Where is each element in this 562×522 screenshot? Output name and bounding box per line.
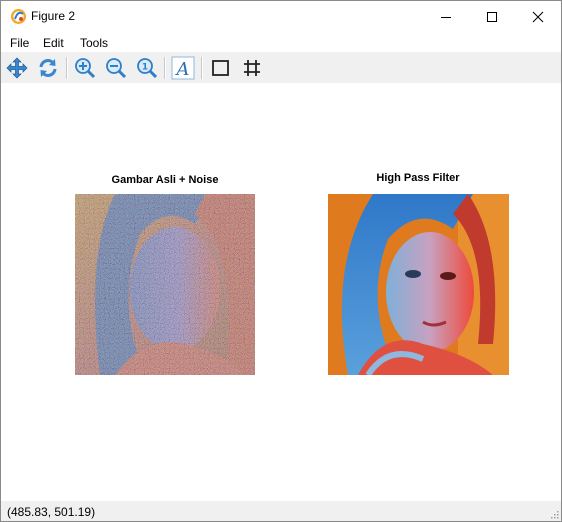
pan-button[interactable] [4,55,30,81]
title-bar[interactable]: Figure 2 [1,1,561,32]
grid-button[interactable] [239,55,265,81]
zoom-actual-icon: 1 [137,58,158,79]
svg-text:A: A [175,59,190,80]
noisy-image [75,194,255,375]
zoom-in-button[interactable] [72,55,98,81]
subplot-title-filtered: High Pass Filter [376,172,460,184]
grid-icon [244,60,260,76]
toolbar-separator [164,57,166,79]
filtered-image [328,194,509,375]
reset-icon [39,59,57,77]
figure-canvas[interactable]: Gambar Asli + Noise High Pass Filter [1,83,561,501]
text-icon: A [171,56,195,80]
svg-text:1: 1 [142,63,148,73]
window-title: Figure 2 [31,9,76,23]
menu-tools[interactable]: Tools [80,36,108,50]
close-icon [532,11,544,22]
minimize-icon [441,16,451,18]
menu-file[interactable]: File [10,36,29,50]
minimize-button[interactable] [423,1,469,32]
status-bar: (485.83, 501.19) [1,501,561,521]
toolbar: 1 A [1,52,561,83]
resize-grip-icon[interactable] [549,509,559,519]
menu-edit[interactable]: Edit [43,36,64,50]
zoom-out-icon [106,58,127,79]
pan-icon [6,57,28,79]
toolbar-separator [201,57,203,79]
figure-window: Figure 2 File Edit Tools 1 A Gambar Asli… [0,0,562,522]
maximize-button[interactable] [469,1,515,32]
rectangle-button[interactable] [208,55,234,81]
maximize-icon [487,11,497,22]
subplot-title-noisy: Gambar Asli + Noise [111,174,219,186]
cursor-coordinates: (485.83, 501.19) [7,505,96,519]
menu-bar: File Edit Tools [1,32,561,52]
zoom-actual-button[interactable]: 1 [134,55,160,81]
zoom-in-icon [75,58,96,79]
zoom-out-button[interactable] [103,55,129,81]
close-button[interactable] [515,1,561,32]
text-button[interactable]: A [170,55,196,81]
rectangle-icon [212,60,229,76]
app-icon [11,9,26,24]
toolbar-separator [66,57,68,79]
reset-button[interactable] [35,55,61,81]
